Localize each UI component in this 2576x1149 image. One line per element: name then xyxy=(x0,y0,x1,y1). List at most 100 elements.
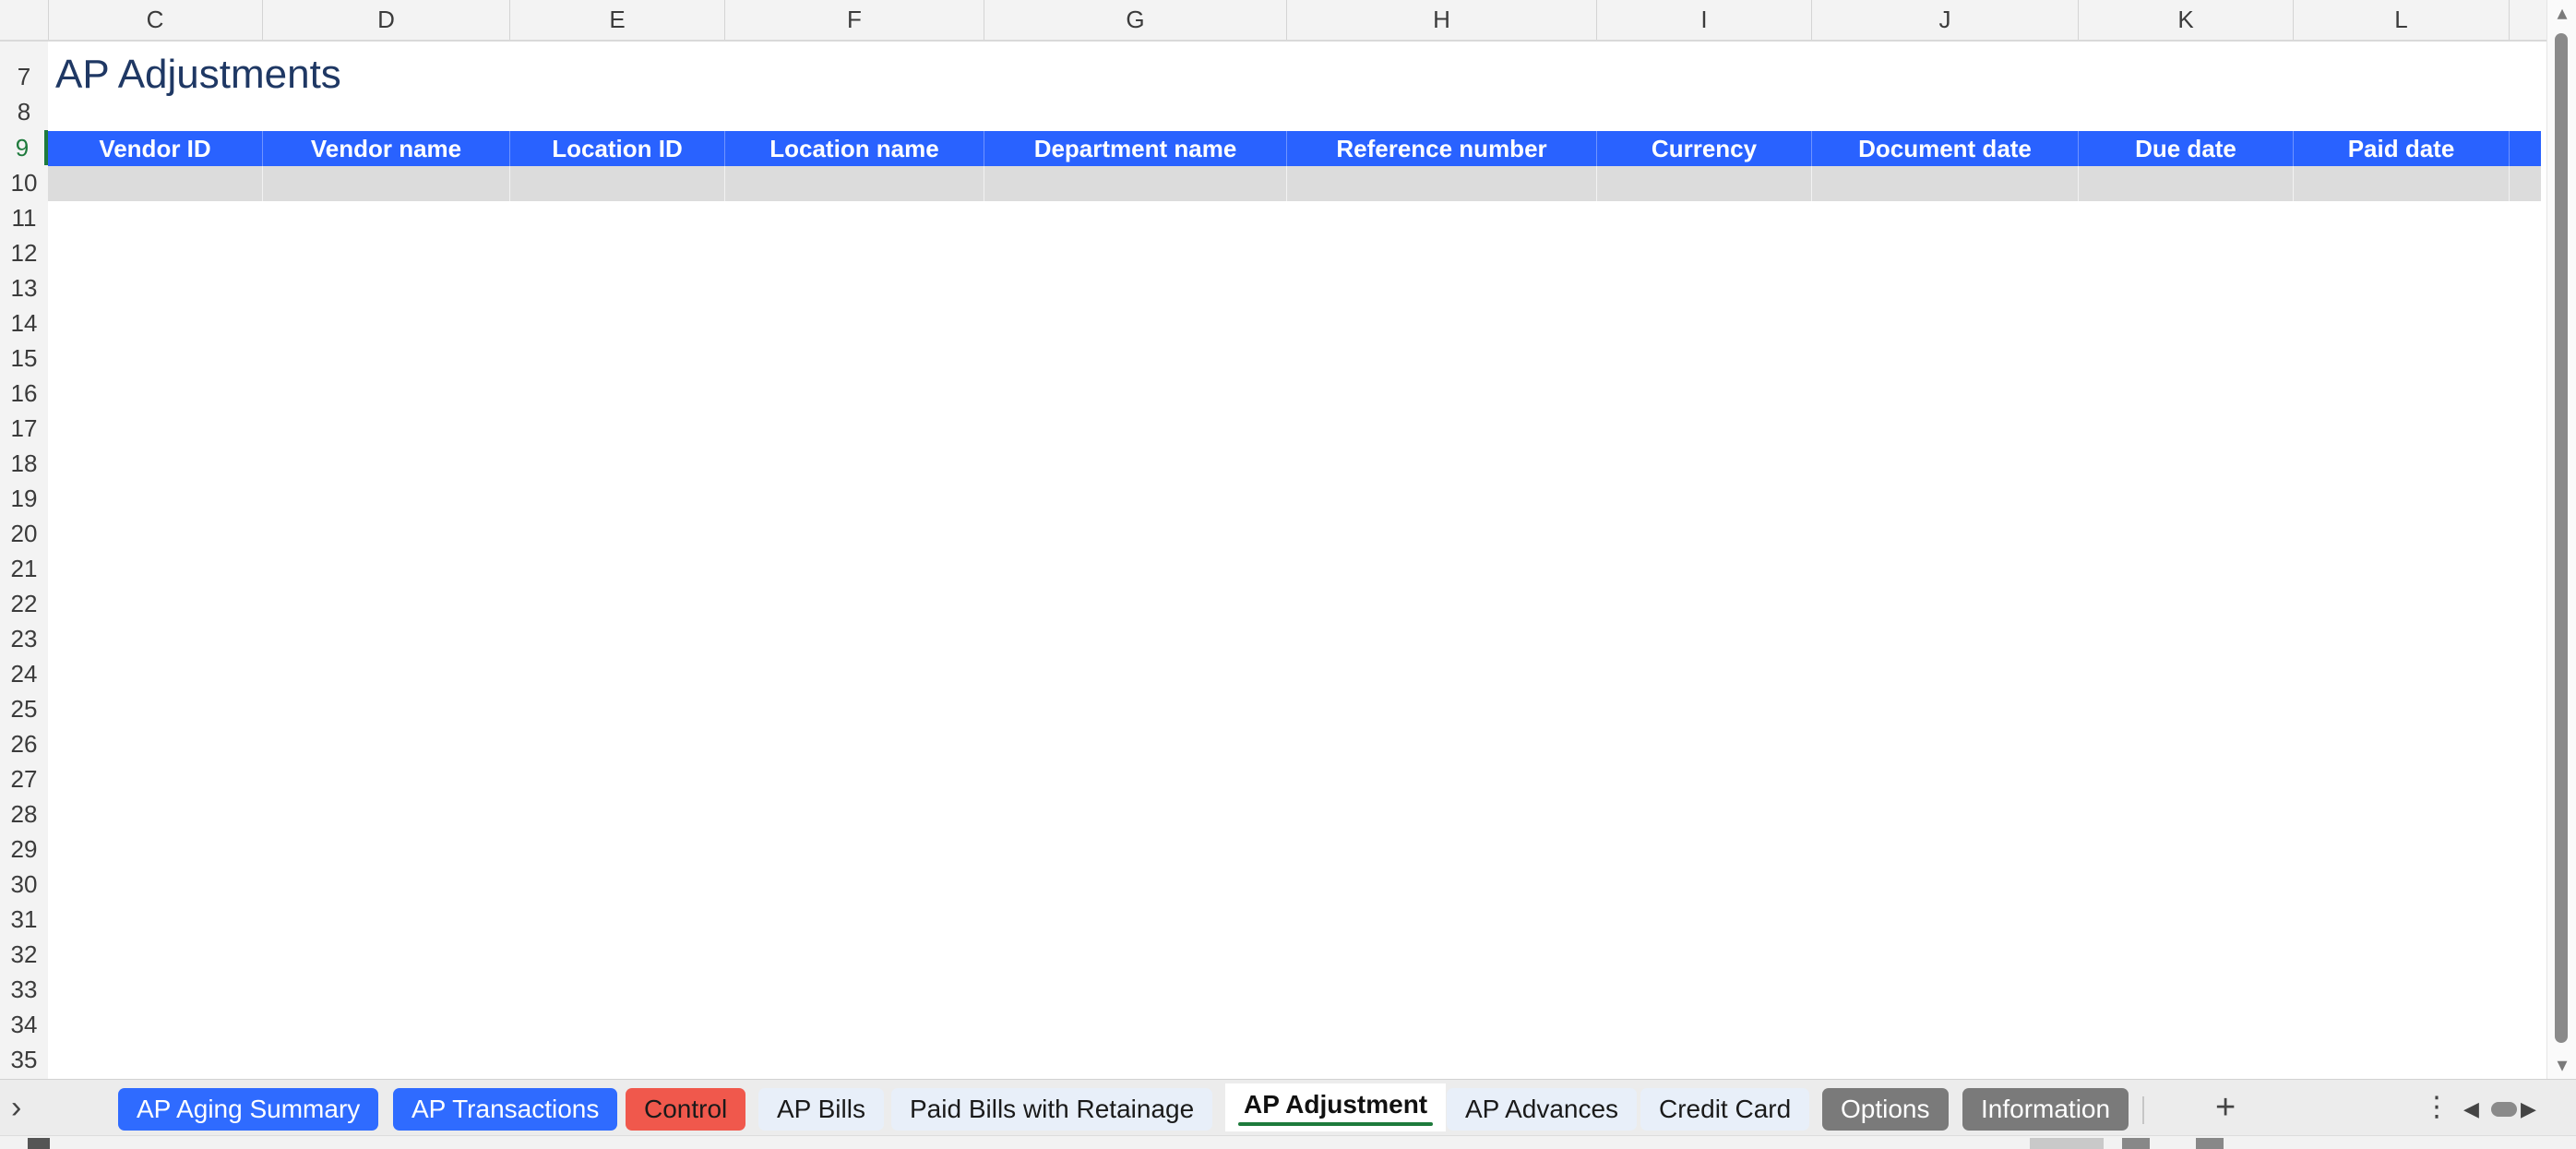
sheet-title-cell[interactable]: AP Adjustments xyxy=(55,47,341,102)
row-header-19[interactable]: 19 xyxy=(0,481,48,516)
column-title-paid-date[interactable]: Paid date xyxy=(2294,131,2510,166)
spreadsheet-app: CDEFGHIJKL 7 8 9 10 11 12 13 14 15 16 17 18 19 20 21 22… xyxy=(0,0,2576,1149)
row-header-13[interactable]: 13 xyxy=(0,270,48,305)
table-cell[interactable] xyxy=(2294,166,2510,201)
sheet-tab-ap-transactions[interactable]: AP Transactions xyxy=(393,1088,618,1131)
row-header-bar: 7 8 9 10 11 12 13 14 15 16 17 18 19 20 21 22 23 24 25 26 27 2… xyxy=(0,42,49,1079)
row-header-30[interactable]: 30 xyxy=(0,867,48,902)
table-cell[interactable] xyxy=(1597,166,1812,201)
sheet-tab-bar: › AP Aging Summary AP Transactions Control… xyxy=(0,1079,2576,1135)
table-row xyxy=(48,166,2541,201)
column-header-g[interactable]: G xyxy=(984,0,1287,40)
column-header-j[interactable]: J xyxy=(1812,0,2079,40)
chevron-right-icon[interactable]: › xyxy=(11,1089,21,1126)
column-header-d[interactable]: D xyxy=(263,0,510,40)
row-header-14[interactable]: 14 xyxy=(0,305,48,341)
tab-divider xyxy=(2142,1096,2144,1124)
row-header-8[interactable]: 8 xyxy=(0,94,48,129)
sheet-tab-label: Information xyxy=(1981,1095,2111,1123)
row-header-22[interactable]: 22 xyxy=(0,586,48,621)
row-header-25[interactable]: 25 xyxy=(0,691,48,726)
column-title-currency[interactable]: Currency xyxy=(1597,131,1812,166)
sheet-tab-information[interactable]: Information xyxy=(1962,1088,2129,1131)
select-all-corner[interactable] xyxy=(0,0,49,40)
row-header-31[interactable]: 31 xyxy=(0,902,48,937)
sheet-tab-label: AP Advances xyxy=(1465,1095,1619,1123)
row-header-10[interactable]: 10 xyxy=(0,165,48,200)
plus-icon[interactable]: + xyxy=(2215,1089,2236,1126)
column-title-vendor-name[interactable]: Vendor name xyxy=(263,131,510,166)
view-toggle-normal[interactable] xyxy=(2030,1138,2104,1149)
sheet-tab-credit-card[interactable]: Credit Card xyxy=(1640,1088,1810,1131)
row-header-7[interactable]: 7 xyxy=(0,59,48,94)
sheet-tab-ap-adjustment[interactable]: AP Adjustment xyxy=(1225,1083,1447,1131)
column-header-c[interactable]: C xyxy=(48,0,263,40)
row-header-15[interactable]: 15 xyxy=(0,341,48,376)
vertical-ellipsis-icon[interactable]: ⋮ xyxy=(2423,1089,2451,1126)
sheet-tab-label: AP Transactions xyxy=(411,1095,600,1123)
row-header-24[interactable]: 24 xyxy=(0,656,48,691)
table-cell[interactable] xyxy=(984,166,1287,201)
row-header-33[interactable]: 33 xyxy=(0,972,48,1007)
row-header-28[interactable]: 28 xyxy=(0,796,48,832)
vertical-scrollbar[interactable]: ▴ ▾ xyxy=(2546,0,2576,1079)
scroll-up-icon[interactable]: ▴ xyxy=(2551,2,2573,24)
cell-grid[interactable]: AP Adjustments Vendor ID Vendor name Locat… xyxy=(48,42,2546,1079)
row-header-9[interactable]: 9 xyxy=(0,130,48,165)
sheet-tab-ap-bills[interactable]: AP Bills xyxy=(758,1088,884,1131)
row-header-12[interactable]: 12 xyxy=(0,235,48,270)
row-header-20[interactable]: 20 xyxy=(0,516,48,551)
table-cell[interactable] xyxy=(2079,166,2294,201)
column-title-document-date[interactable]: Document date xyxy=(1812,131,2079,166)
column-header-k[interactable]: K xyxy=(2079,0,2294,40)
sheet-tab-control[interactable]: Control xyxy=(626,1088,746,1131)
horizontal-scroll-thumb[interactable] xyxy=(2491,1102,2517,1117)
sheet-tab-ap-advances[interactable]: AP Advances xyxy=(1447,1088,1638,1131)
column-title-location-id[interactable]: Location ID xyxy=(510,131,725,166)
row-header-35[interactable]: 35 xyxy=(0,1042,48,1077)
row-header-23[interactable]: 23 xyxy=(0,621,48,656)
sheet-tab-label: Options xyxy=(1841,1095,1930,1123)
view-toggle-layout[interactable] xyxy=(2122,1138,2150,1149)
scroll-down-icon[interactable]: ▾ xyxy=(2551,1054,2573,1076)
column-header-l[interactable]: L xyxy=(2294,0,2510,40)
sheet-tab-paid-bills-with-retainage[interactable]: Paid Bills with Retainage xyxy=(891,1088,1213,1131)
sheet-tab-label: AP Adjustment xyxy=(1244,1090,1428,1119)
column-title-due-date[interactable]: Due date xyxy=(2079,131,2294,166)
sheet-tab-label: Paid Bills with Retainage xyxy=(910,1095,1195,1123)
table-cell[interactable] xyxy=(1812,166,2079,201)
column-header-f[interactable]: F xyxy=(725,0,984,40)
triangle-right-icon[interactable]: ▶ xyxy=(2521,1091,2536,1128)
row-header-27[interactable]: 27 xyxy=(0,761,48,796)
row-header-11[interactable]: 11 xyxy=(0,200,48,235)
view-toggle-pagebreak[interactable] xyxy=(2196,1138,2224,1149)
column-title-location-name[interactable]: Location name xyxy=(725,131,984,166)
column-title-vendor-id[interactable]: Vendor ID xyxy=(48,131,263,166)
table-cell[interactable] xyxy=(1287,166,1597,201)
row-header-16[interactable]: 16 xyxy=(0,376,48,411)
scrollbar-thumb[interactable] xyxy=(2555,33,2568,1043)
row-header-29[interactable]: 29 xyxy=(0,832,48,867)
row-header-21[interactable]: 21 xyxy=(0,551,48,586)
table-cell[interactable] xyxy=(510,166,725,201)
row-header-26[interactable]: 26 xyxy=(0,726,48,761)
table-cell[interactable] xyxy=(263,166,510,201)
row-header-17[interactable]: 17 xyxy=(0,411,48,446)
column-title-reference-number[interactable]: Reference number xyxy=(1287,131,1597,166)
row-header-34[interactable]: 34 xyxy=(0,1007,48,1042)
table-cell[interactable] xyxy=(725,166,984,201)
triangle-left-icon[interactable]: ◀ xyxy=(2463,1091,2479,1128)
table-header-row: Vendor ID Vendor name Location ID Location … xyxy=(48,131,2541,166)
status-mark xyxy=(28,1138,50,1149)
sheet-tab-label: AP Aging Summary xyxy=(137,1095,361,1123)
column-header-e[interactable]: E xyxy=(510,0,725,40)
sheet-tab-options[interactable]: Options xyxy=(1822,1088,1949,1131)
column-title-department-name[interactable]: Department name xyxy=(984,131,1287,166)
table-cell[interactable] xyxy=(48,166,263,201)
column-header-m[interactable] xyxy=(2510,0,2546,40)
row-header-32[interactable]: 32 xyxy=(0,937,48,972)
column-header-h[interactable]: H xyxy=(1287,0,1597,40)
column-header-i[interactable]: I xyxy=(1597,0,1812,40)
row-header-18[interactable]: 18 xyxy=(0,446,48,481)
sheet-tab-ap-aging-summary[interactable]: AP Aging Summary xyxy=(118,1088,379,1131)
